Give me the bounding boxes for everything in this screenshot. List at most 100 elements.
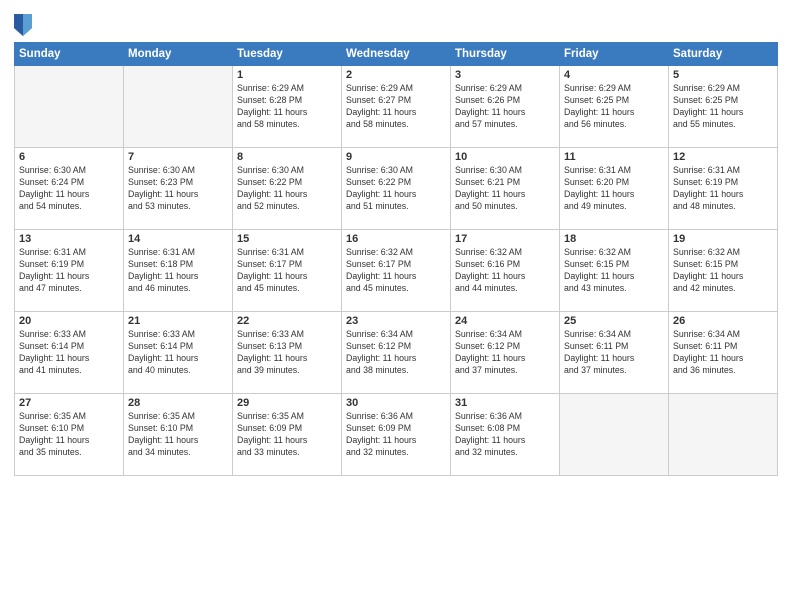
- day-info: Sunrise: 6:32 AM Sunset: 6:15 PM Dayligh…: [673, 247, 773, 295]
- calendar-header-tuesday: Tuesday: [233, 43, 342, 66]
- day-info: Sunrise: 6:31 AM Sunset: 6:17 PM Dayligh…: [237, 247, 337, 295]
- day-number: 16: [346, 233, 446, 245]
- day-info: Sunrise: 6:30 AM Sunset: 6:22 PM Dayligh…: [346, 165, 446, 213]
- day-info: Sunrise: 6:30 AM Sunset: 6:23 PM Dayligh…: [128, 165, 228, 213]
- day-number: 31: [455, 397, 555, 409]
- calendar-cell: 13 Sunrise: 6:31 AM Sunset: 6:19 PM Dayli…: [15, 230, 124, 312]
- calendar-cell: 19 Sunrise: 6:32 AM Sunset: 6:15 PM Dayli…: [669, 230, 778, 312]
- calendar-cell: 2 Sunrise: 6:29 AM Sunset: 6:27 PM Daylig…: [342, 66, 451, 148]
- calendar-cell: 23 Sunrise: 6:34 AM Sunset: 6:12 PM Dayli…: [342, 312, 451, 394]
- day-number: 22: [237, 315, 337, 327]
- day-info: Sunrise: 6:29 AM Sunset: 6:26 PM Dayligh…: [455, 83, 555, 131]
- calendar-cell: 6 Sunrise: 6:30 AM Sunset: 6:24 PM Daylig…: [15, 148, 124, 230]
- day-number: 25: [564, 315, 664, 327]
- day-info: Sunrise: 6:34 AM Sunset: 6:11 PM Dayligh…: [564, 329, 664, 377]
- day-info: Sunrise: 6:30 AM Sunset: 6:21 PM Dayligh…: [455, 165, 555, 213]
- day-info: Sunrise: 6:36 AM Sunset: 6:08 PM Dayligh…: [455, 411, 555, 459]
- calendar-cell: 21 Sunrise: 6:33 AM Sunset: 6:14 PM Dayli…: [124, 312, 233, 394]
- day-number: 21: [128, 315, 228, 327]
- calendar-cell: 1 Sunrise: 6:29 AM Sunset: 6:28 PM Daylig…: [233, 66, 342, 148]
- day-info: Sunrise: 6:30 AM Sunset: 6:22 PM Dayligh…: [237, 165, 337, 213]
- calendar-header-wednesday: Wednesday: [342, 43, 451, 66]
- day-number: 13: [19, 233, 119, 245]
- day-info: Sunrise: 6:29 AM Sunset: 6:28 PM Dayligh…: [237, 83, 337, 131]
- calendar-cell: 24 Sunrise: 6:34 AM Sunset: 6:12 PM Dayli…: [451, 312, 560, 394]
- calendar-cell: 20Sunrise: 6:33 AM Sunset: 6:14 PM Dayli…: [15, 312, 124, 394]
- day-info: Sunrise: 6:34 AM Sunset: 6:11 PM Dayligh…: [673, 329, 773, 377]
- day-info: Sunrise: 6:30 AM Sunset: 6:24 PM Dayligh…: [19, 165, 119, 213]
- calendar-header-monday: Monday: [124, 43, 233, 66]
- day-number: 29: [237, 397, 337, 409]
- calendar-header-row: SundayMondayTuesdayWednesdayThursdayFrid…: [15, 43, 778, 66]
- logo: [14, 12, 34, 36]
- day-number: 2: [346, 69, 446, 81]
- day-number: 11: [564, 151, 664, 163]
- calendar-cell: 12 Sunrise: 6:31 AM Sunset: 6:19 PM Dayli…: [669, 148, 778, 230]
- day-info: Sunrise: 6:36 AM Sunset: 6:09 PM Dayligh…: [346, 411, 446, 459]
- day-info: Sunrise: 6:29 AM Sunset: 6:27 PM Dayligh…: [346, 83, 446, 131]
- calendar-week-4: 20 Sunrise: 6:33 AM Sunset: 6:14 PM Dayli…: [15, 312, 778, 394]
- calendar-cell: [669, 394, 778, 476]
- calendar-header-friday: Friday: [560, 43, 669, 66]
- calendar-week-1: 1 Sunrise: 6:29 AM Sunset: 6:28 PM Daylig…: [15, 66, 778, 148]
- calendar-cell: 30Sunrise: 6:36 AM Sunset: 6:09 PM Dayli…: [342, 394, 451, 476]
- calendar-cell: 27 Sunrise: 6:35 AM Sunset: 6:10 PM Dayli…: [15, 394, 124, 476]
- calendar-cell: [124, 66, 233, 148]
- day-number: 10: [455, 151, 555, 163]
- day-number: 27: [19, 397, 119, 409]
- day-number: 4: [564, 69, 664, 81]
- day-info: Sunrise: 6:35 AM Sunset: 6:10 PM Dayligh…: [128, 411, 228, 459]
- calendar-cell: 25 Sunrise: 6:34 AM Sunset: 6:11 PM Dayli…: [560, 312, 669, 394]
- day-number: 3: [455, 69, 555, 81]
- calendar-header-thursday: Thursday: [451, 43, 560, 66]
- day-info: Sunrise: 6:31 AM Sunset: 6:19 PM Dayligh…: [673, 165, 773, 213]
- day-number: 6: [19, 151, 119, 163]
- day-number: 23: [346, 315, 446, 327]
- calendar-cell: 18Sunrise: 6:32 AM Sunset: 6:15 PM Dayli…: [560, 230, 669, 312]
- day-info: Sunrise: 6:31 AM Sunset: 6:19 PM Dayligh…: [19, 247, 119, 295]
- page: SundayMondayTuesdayWednesdayThursdayFrid…: [0, 0, 792, 612]
- calendar-cell: 7Sunrise: 6:30 AM Sunset: 6:23 PM Daylig…: [124, 148, 233, 230]
- calendar-cell: 8Sunrise: 6:30 AM Sunset: 6:22 PM Daylig…: [233, 148, 342, 230]
- calendar-cell: 22 Sunrise: 6:33 AM Sunset: 6:13 PM Dayli…: [233, 312, 342, 394]
- calendar-week-3: 13 Sunrise: 6:31 AM Sunset: 6:19 PM Dayli…: [15, 230, 778, 312]
- day-info: Sunrise: 6:29 AM Sunset: 6:25 PM Dayligh…: [564, 83, 664, 131]
- day-number: 9: [346, 151, 446, 163]
- day-info: Sunrise: 6:34 AM Sunset: 6:12 PM Dayligh…: [346, 329, 446, 377]
- calendar-cell: 31 Sunrise: 6:36 AM Sunset: 6:08 PM Dayli…: [451, 394, 560, 476]
- calendar: SundayMondayTuesdayWednesdayThursdayFrid…: [14, 42, 778, 476]
- day-info: Sunrise: 6:32 AM Sunset: 6:17 PM Dayligh…: [346, 247, 446, 295]
- day-number: 24: [455, 315, 555, 327]
- calendar-cell: 5Sunrise: 6:29 AM Sunset: 6:25 PM Daylig…: [669, 66, 778, 148]
- day-info: Sunrise: 6:35 AM Sunset: 6:10 PM Dayligh…: [19, 411, 119, 459]
- day-info: Sunrise: 6:32 AM Sunset: 6:16 PM Dayligh…: [455, 247, 555, 295]
- calendar-cell: 9 Sunrise: 6:30 AM Sunset: 6:22 PM Daylig…: [342, 148, 451, 230]
- day-number: 20: [19, 315, 119, 327]
- day-info: Sunrise: 6:31 AM Sunset: 6:18 PM Dayligh…: [128, 247, 228, 295]
- calendar-header-sunday: Sunday: [15, 43, 124, 66]
- day-info: Sunrise: 6:31 AM Sunset: 6:20 PM Dayligh…: [564, 165, 664, 213]
- calendar-cell: 16 Sunrise: 6:32 AM Sunset: 6:17 PM Dayli…: [342, 230, 451, 312]
- day-number: 12: [673, 151, 773, 163]
- calendar-cell: [15, 66, 124, 148]
- header: [14, 10, 778, 36]
- calendar-cell: [560, 394, 669, 476]
- day-number: 19: [673, 233, 773, 245]
- day-number: 18: [564, 233, 664, 245]
- day-number: 14: [128, 233, 228, 245]
- day-info: Sunrise: 6:33 AM Sunset: 6:13 PM Dayligh…: [237, 329, 337, 377]
- calendar-cell: 11 Sunrise: 6:31 AM Sunset: 6:20 PM Dayli…: [560, 148, 669, 230]
- day-info: Sunrise: 6:33 AM Sunset: 6:14 PM Dayligh…: [128, 329, 228, 377]
- day-number: 15: [237, 233, 337, 245]
- day-info: Sunrise: 6:34 AM Sunset: 6:12 PM Dayligh…: [455, 329, 555, 377]
- calendar-cell: 14 Sunrise: 6:31 AM Sunset: 6:18 PM Dayli…: [124, 230, 233, 312]
- day-number: 5: [673, 69, 773, 81]
- day-number: 1: [237, 69, 337, 81]
- calendar-cell: 4 Sunrise: 6:29 AM Sunset: 6:25 PM Daylig…: [560, 66, 669, 148]
- day-info: Sunrise: 6:35 AM Sunset: 6:09 PM Dayligh…: [237, 411, 337, 459]
- day-number: 17: [455, 233, 555, 245]
- calendar-header-saturday: Saturday: [669, 43, 778, 66]
- logo-icon: [14, 14, 32, 36]
- calendar-cell: 28Sunrise: 6:35 AM Sunset: 6:10 PM Dayli…: [124, 394, 233, 476]
- calendar-week-2: 6 Sunrise: 6:30 AM Sunset: 6:24 PM Daylig…: [15, 148, 778, 230]
